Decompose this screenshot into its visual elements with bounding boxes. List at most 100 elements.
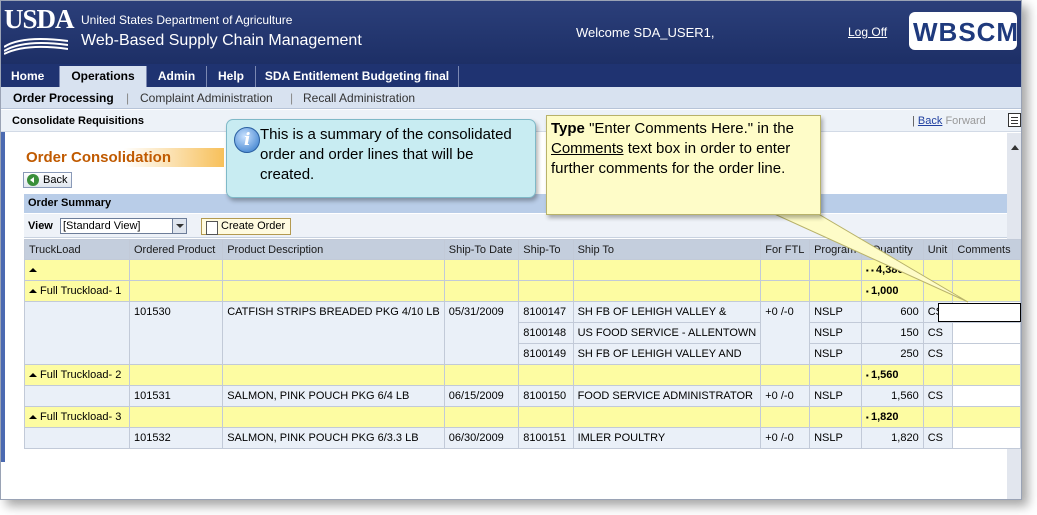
column-header[interactable]: Quantity [860, 239, 924, 260]
subtab-complaint-administration[interactable]: Complaint Administration [140, 91, 273, 105]
tab-operations[interactable]: Operations [60, 66, 147, 87]
back-button[interactable]: Back [23, 172, 73, 188]
tab-home[interactable]: Home [3, 66, 60, 87]
ordered-product: 101531 [128, 385, 224, 407]
truckload-label-cell[interactable]: Full Truckload- 1 [24, 280, 130, 302]
column-header[interactable]: Ship-To [518, 239, 574, 260]
truckload-quantity-value: 1,000 [870, 285, 899, 297]
ship-to-name: SH FB OF LEHIGH VALLEY & [572, 301, 762, 323]
truckload-quantity-value: 1,820 [870, 411, 899, 423]
ship-to-id: 8100147 [518, 301, 574, 323]
ship-to-name: US FOOD SERVICE - ALLENTOWN [572, 322, 762, 344]
ship-to-name: FOOD SERVICE ADMINISTRATOR [572, 385, 762, 407]
comments-cell[interactable] [952, 385, 1021, 407]
instruction-text-1: "Enter Comments Here." in the [584, 120, 794, 137]
truckload-label-cell[interactable]: Full Truckload- 2 [24, 364, 130, 386]
tab-help[interactable]: Help [207, 66, 256, 87]
scroll-up-icon[interactable] [1007, 141, 1021, 155]
ship-to-id: 8100148 [518, 322, 574, 344]
product-description: SALMON, PINK POUCH PKG 6/4 LB [222, 385, 445, 407]
quantity: 250 [860, 343, 924, 365]
truckload-quantity: 1,560 [860, 364, 924, 386]
truckload-label-cell[interactable]: Full Truckload- 3 [24, 406, 130, 428]
view-select[interactable]: [Standard View] [60, 218, 187, 234]
ship-to-date: 05/31/2009 [443, 301, 520, 365]
department-name: United States Department of Agriculture [81, 13, 293, 27]
logoff-link[interactable]: Log Off [848, 25, 887, 39]
truckload-quantity: 1,820 [860, 406, 924, 428]
page-menu-icon[interactable] [1008, 113, 1021, 127]
program: NSLP [809, 427, 862, 449]
order-summary-title: Order Summary [28, 197, 112, 209]
ship-to-name: IMLER POULTRY [572, 427, 762, 449]
collapse-icon[interactable] [29, 415, 37, 419]
app-window: USDA United States Department of Agricul… [0, 0, 1022, 500]
info-callout-text: This is a summary of the consolidated or… [260, 126, 512, 183]
comments-cell[interactable] [952, 427, 1021, 449]
table-total-row: ▪ ▪ 4,380 [24, 259, 1021, 281]
subtab-recall-administration[interactable]: Recall Administration [303, 91, 415, 105]
section-title: Order Consolidation [24, 148, 224, 167]
info-icon [234, 127, 260, 153]
collapse-icon[interactable] [29, 373, 37, 377]
view-label: View [28, 220, 53, 232]
ship-to-name: SH FB OF LEHIGH VALLEY AND [572, 343, 762, 365]
history-forward-link[interactable]: Forward [945, 115, 985, 127]
truckload-label: Full Truckload- 3 [40, 411, 122, 423]
unit: CS [922, 427, 954, 449]
product-description: SALMON, PINK POUCH PKG 6/3.3 LB [222, 427, 445, 449]
column-header[interactable]: Ship To [572, 239, 762, 260]
unit: CS [922, 385, 954, 407]
truckload-row: Full Truckload- 2 1,560 [24, 364, 1021, 386]
total-quantity: ▪ ▪ 4,380 [860, 259, 924, 281]
column-header[interactable]: Product Description [222, 239, 445, 260]
truckload-label: Full Truckload- 1 [40, 285, 122, 297]
chevron-down-icon[interactable] [172, 219, 186, 233]
wbscm-logo: WBSCM [909, 12, 1020, 50]
column-header[interactable]: For FTL [760, 239, 811, 260]
comments-cell[interactable] [952, 322, 1021, 344]
quantity: 150 [860, 322, 924, 344]
column-header[interactable]: Comments [952, 239, 1021, 260]
collapse-all-cell[interactable] [24, 259, 130, 281]
table-row: 101532 SALMON, PINK POUCH PKG 6/3.3 LB 0… [24, 427, 1021, 449]
truckload-label: Full Truckload- 2 [40, 369, 122, 381]
collapse-icon[interactable] [29, 289, 37, 293]
ordered-product: 101530 [128, 301, 224, 365]
ship-to-date: 06/15/2009 [443, 385, 520, 407]
collapse-icon[interactable] [29, 268, 37, 272]
ship-to-id: 8100151 [518, 427, 574, 449]
table-header-row: TruckLoad Ordered Product Product Descri… [24, 239, 1021, 260]
for-ftl: +0 /-0 [760, 427, 811, 449]
truckload-quantity-value: 1,560 [870, 369, 899, 381]
for-ftl: +0 /-0 [760, 385, 811, 407]
table-toolbar: View [Standard View] Create Order [24, 214, 1007, 238]
program: NSLP [809, 322, 862, 344]
column-header[interactable]: Program [809, 239, 862, 260]
usda-swoosh-icon [4, 38, 68, 55]
instruction-verb: Type [551, 120, 585, 137]
quantity: 600 [860, 301, 924, 323]
unit: CS [922, 322, 954, 344]
for-ftl: +0 /-0 [760, 301, 811, 365]
create-order-button[interactable]: Create Order [201, 218, 292, 235]
column-header[interactable]: Unit [922, 239, 954, 260]
tab-admin[interactable]: Admin [147, 66, 207, 87]
column-header[interactable]: Ordered Product [128, 239, 224, 260]
program: NSLP [809, 301, 862, 323]
column-header[interactable]: Ship-To Date [443, 239, 520, 260]
usda-logo: USDA [4, 6, 75, 58]
ship-to-id: 8100149 [518, 343, 574, 365]
order-summary-table: TruckLoad Ordered Product Product Descri… [24, 239, 1021, 449]
left-frame-edge [1, 132, 5, 462]
history-back-link[interactable]: Back [918, 115, 942, 127]
comments-input[interactable] [938, 303, 1021, 322]
column-header[interactable]: TruckLoad [24, 239, 130, 260]
tab-sda-entitlement-budgeting[interactable]: SDA Entitlement Budgeting final [256, 66, 459, 87]
subtab-order-processing[interactable]: Order Processing [13, 91, 114, 105]
comments-cell[interactable] [952, 343, 1021, 365]
truckload-row: Full Truckload- 1 1,000 [24, 280, 1021, 302]
table-row: 101531 SALMON, PINK POUCH PKG 6/4 LB 06/… [24, 385, 1021, 407]
wbscm-logo-text: WBSCM [913, 17, 1020, 47]
instruction-field-name: Comments [551, 140, 624, 157]
